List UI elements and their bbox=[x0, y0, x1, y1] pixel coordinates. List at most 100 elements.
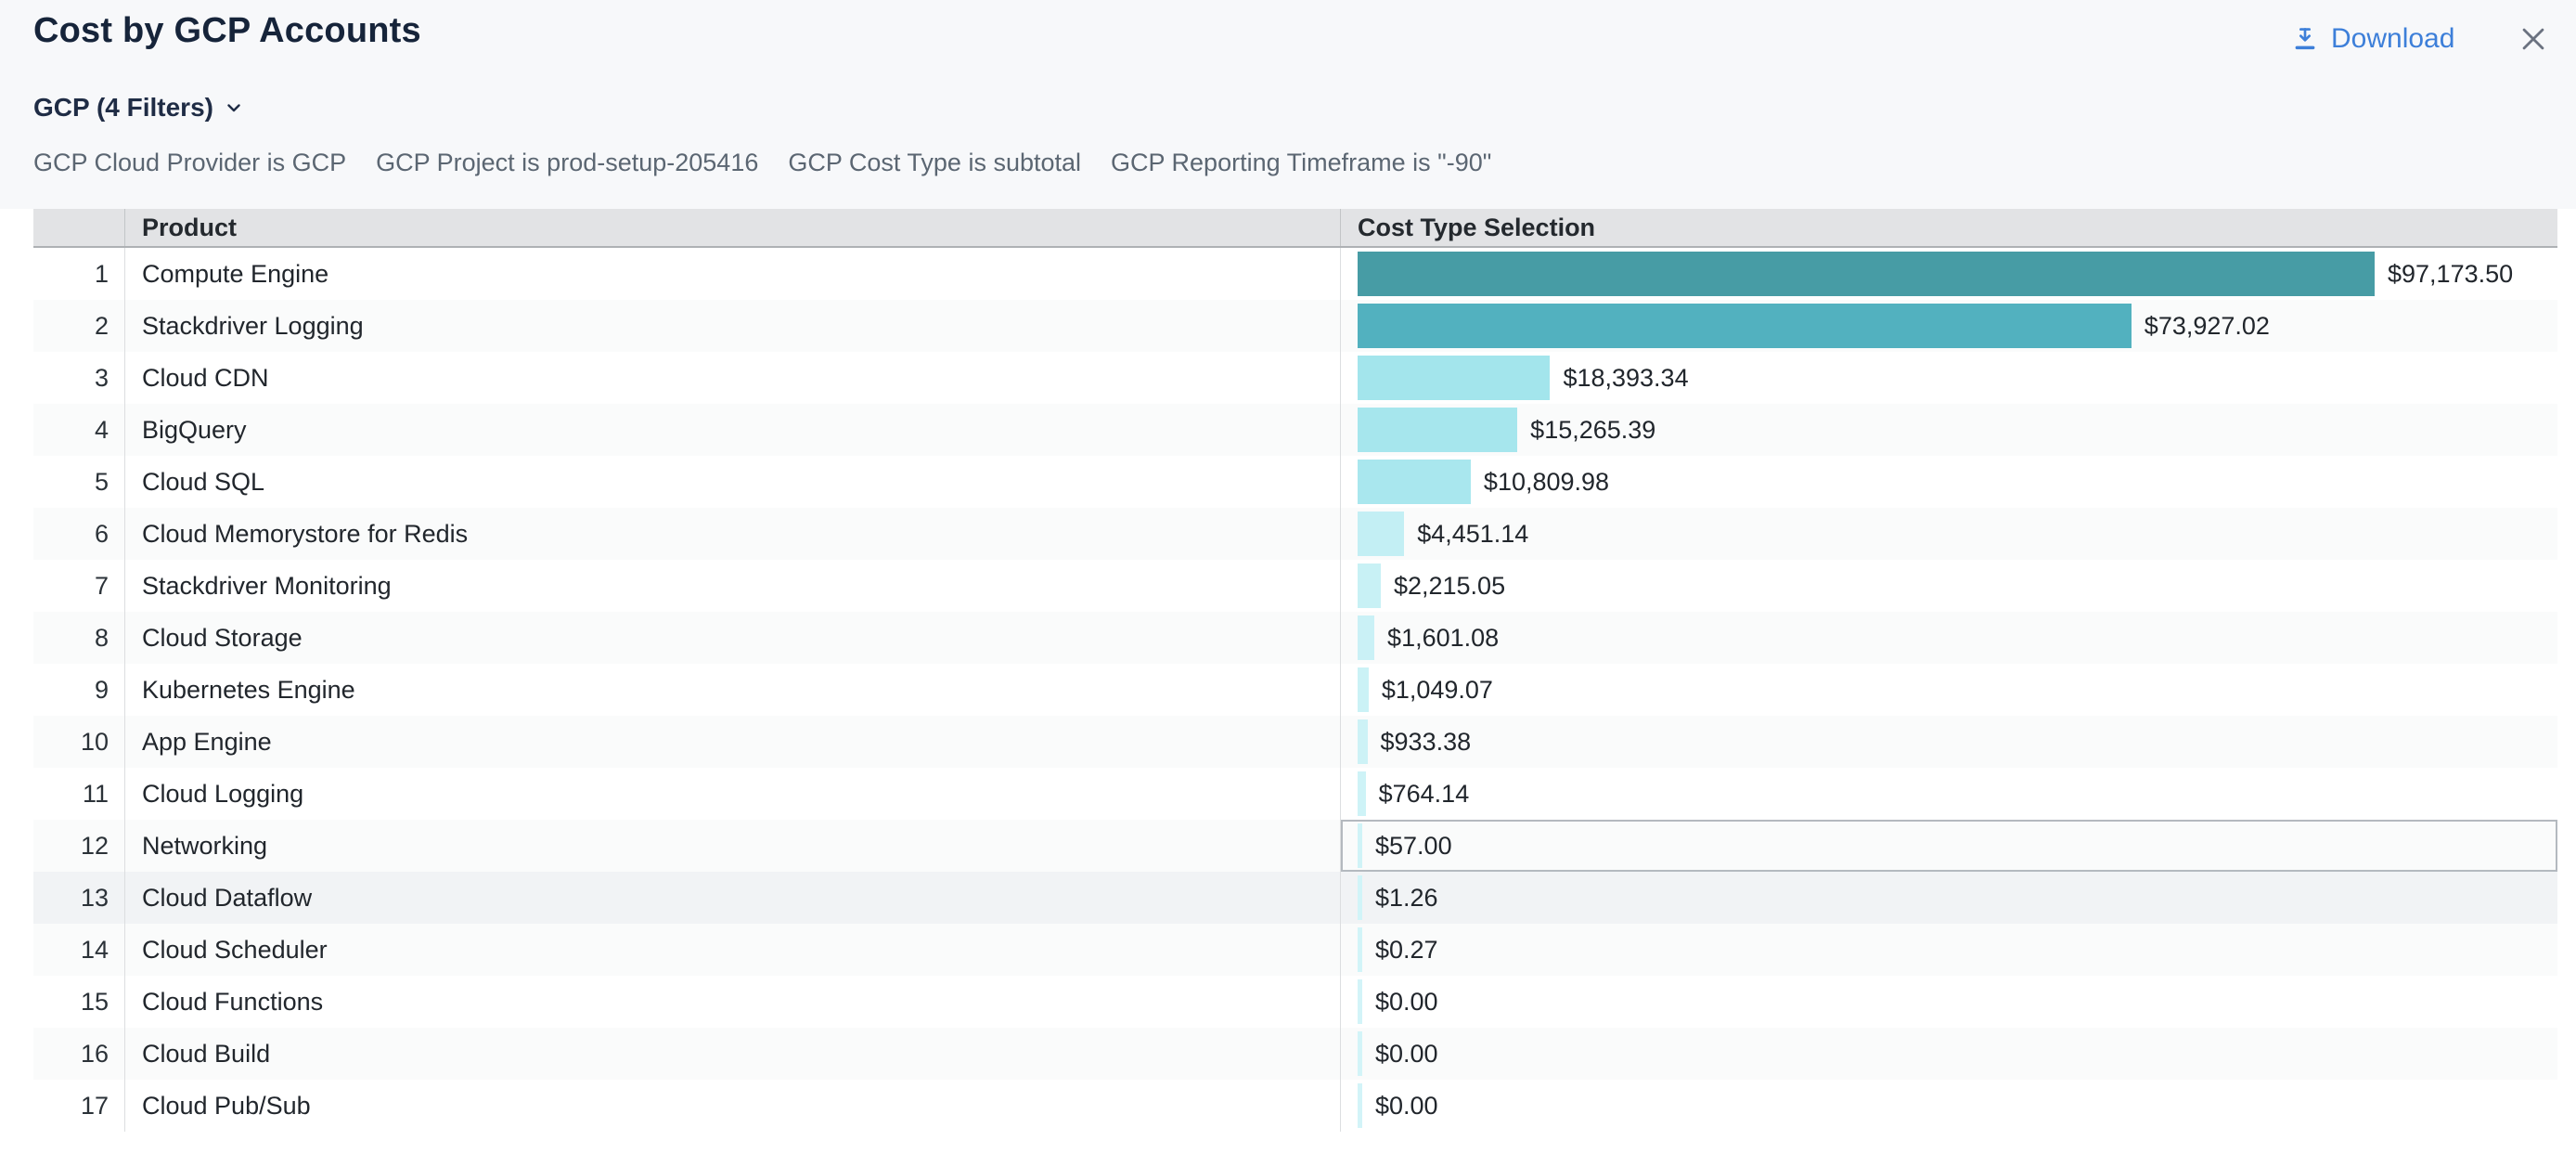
row-number: 1 bbox=[33, 248, 125, 300]
cost-value-label: $933.38 bbox=[1381, 728, 1472, 757]
table-row-6[interactable]: 6 Cloud Memorystore for Redis $4,451.14 bbox=[33, 508, 2557, 560]
chevron-down-icon bbox=[223, 97, 245, 119]
cost-cell[interactable]: $2,215.05 bbox=[1341, 560, 2557, 612]
header-cost-type-selection-column: Cost Type Selection bbox=[1341, 209, 2557, 246]
table-row-11[interactable]: 11 Cloud Logging $764.14 bbox=[33, 768, 2557, 820]
row-number: 16 bbox=[33, 1028, 125, 1080]
cost-value-label: $97,173.50 bbox=[2388, 260, 2513, 289]
row-number: 10 bbox=[33, 716, 125, 768]
cost-value-label: $15,265.39 bbox=[1530, 416, 1655, 445]
table-row-3[interactable]: 3 Cloud CDN $18,393.34 bbox=[33, 352, 2557, 404]
cost-bar bbox=[1358, 771, 1366, 816]
cost-cell[interactable]: $73,927.02 bbox=[1341, 300, 2557, 352]
filter-project: GCP Project is prod-setup-205416 bbox=[376, 149, 758, 177]
cost-cell[interactable]: $0.27 bbox=[1341, 924, 2557, 976]
cost-bar bbox=[1358, 356, 1550, 400]
close-button[interactable] bbox=[2511, 19, 2556, 59]
cost-bar bbox=[1358, 252, 2375, 296]
cost-cell[interactable]: $15,265.39 bbox=[1341, 404, 2557, 456]
filters-summary-label: GCP (4 Filters) bbox=[33, 93, 213, 123]
close-icon bbox=[2518, 23, 2549, 55]
table-row-13[interactable]: 13 Cloud Dataflow $1.26 bbox=[33, 872, 2557, 924]
cost-value-label: $0.00 bbox=[1375, 1040, 1438, 1069]
cost-bar bbox=[1358, 564, 1381, 608]
cost-cell[interactable]: $57.00 bbox=[1341, 820, 2557, 872]
download-label: Download bbox=[2331, 23, 2454, 55]
product-name: Compute Engine bbox=[125, 248, 1341, 300]
cost-value-label: $764.14 bbox=[1379, 780, 1470, 809]
cost-cell[interactable]: $1,049.07 bbox=[1341, 664, 2557, 716]
row-number: 17 bbox=[33, 1080, 125, 1132]
row-number: 15 bbox=[33, 976, 125, 1028]
row-number: 3 bbox=[33, 352, 125, 404]
cost-value-label: $2,215.05 bbox=[1394, 572, 1505, 601]
product-name: Cloud Memorystore for Redis bbox=[125, 508, 1341, 560]
cost-bar bbox=[1358, 615, 1374, 660]
product-name: Cloud Logging bbox=[125, 768, 1341, 820]
table-header-row: Product Cost Type Selection bbox=[33, 209, 2557, 248]
cost-bar bbox=[1358, 1031, 1362, 1076]
table-row-2[interactable]: 2 Stackdriver Logging $73,927.02 bbox=[33, 300, 2557, 352]
table-row-7[interactable]: 7 Stackdriver Monitoring $2,215.05 bbox=[33, 560, 2557, 612]
download-icon bbox=[2290, 24, 2320, 54]
cost-bar bbox=[1358, 875, 1362, 920]
product-name: Cloud SQL bbox=[125, 456, 1341, 508]
header-product-column: Product bbox=[125, 209, 1341, 246]
table-row-15[interactable]: 15 Cloud Functions $0.00 bbox=[33, 976, 2557, 1028]
cost-cell[interactable]: $97,173.50 bbox=[1341, 248, 2557, 300]
cost-cell[interactable]: $4,451.14 bbox=[1341, 508, 2557, 560]
row-number: 6 bbox=[33, 508, 125, 560]
product-name: Cloud Scheduler bbox=[125, 924, 1341, 976]
product-name: Cloud CDN bbox=[125, 352, 1341, 404]
cost-bar bbox=[1358, 927, 1362, 972]
table-row-10[interactable]: 10 App Engine $933.38 bbox=[33, 716, 2557, 768]
cost-table: Product Cost Type Selection 1 Compute En… bbox=[33, 209, 2557, 1132]
table-row-17[interactable]: 17 Cloud Pub/Sub $0.00 bbox=[33, 1080, 2557, 1132]
cost-cell[interactable]: $764.14 bbox=[1341, 768, 2557, 820]
row-number: 12 bbox=[33, 820, 125, 872]
cost-value-label: $1.26 bbox=[1375, 884, 1438, 913]
filter-cost-type: GCP Cost Type is subtotal bbox=[788, 149, 1081, 177]
product-name: Cloud Storage bbox=[125, 612, 1341, 664]
cost-cell[interactable]: $0.00 bbox=[1341, 1028, 2557, 1080]
table-row-4[interactable]: 4 BigQuery $15,265.39 bbox=[33, 404, 2557, 456]
cost-value-label: $1,601.08 bbox=[1387, 624, 1499, 653]
table-row-14[interactable]: 14 Cloud Scheduler $0.27 bbox=[33, 924, 2557, 976]
cost-cell[interactable]: $0.00 bbox=[1341, 976, 2557, 1028]
product-name: Cloud Dataflow bbox=[125, 872, 1341, 924]
table-row-16[interactable]: 16 Cloud Build $0.00 bbox=[33, 1028, 2557, 1080]
header-row-number-column bbox=[33, 209, 125, 246]
table-row-1[interactable]: 1 Compute Engine $97,173.50 bbox=[33, 248, 2557, 300]
product-name: Networking bbox=[125, 820, 1341, 872]
row-number: 7 bbox=[33, 560, 125, 612]
row-number: 4 bbox=[33, 404, 125, 456]
cost-cell[interactable]: $0.00 bbox=[1341, 1080, 2557, 1132]
cost-bar bbox=[1358, 460, 1471, 504]
filter-cloud-provider: GCP Cloud Provider is GCP bbox=[33, 149, 346, 177]
cost-value-label: $4,451.14 bbox=[1417, 520, 1528, 549]
table-row-8[interactable]: 8 Cloud Storage $1,601.08 bbox=[33, 612, 2557, 664]
cost-cell[interactable]: $1.26 bbox=[1341, 872, 2557, 924]
page-title: Cost by GCP Accounts bbox=[33, 11, 421, 51]
cost-cell[interactable]: $10,809.98 bbox=[1341, 456, 2557, 508]
row-number: 11 bbox=[33, 768, 125, 820]
table-row-9[interactable]: 9 Kubernetes Engine $1,049.07 bbox=[33, 664, 2557, 716]
product-name: Stackdriver Monitoring bbox=[125, 560, 1341, 612]
cost-cell[interactable]: $1,601.08 bbox=[1341, 612, 2557, 664]
cost-cell[interactable]: $933.38 bbox=[1341, 716, 2557, 768]
download-button[interactable]: Download bbox=[2290, 19, 2454, 59]
filter-reporting-timeframe: GCP Reporting Timeframe is "-90" bbox=[1111, 149, 1491, 177]
table-row-12[interactable]: 12 Networking $57.00 bbox=[33, 820, 2557, 872]
row-number: 14 bbox=[33, 924, 125, 976]
cost-value-label: $0.27 bbox=[1375, 936, 1438, 965]
cost-cell[interactable]: $18,393.34 bbox=[1341, 352, 2557, 404]
product-name: Kubernetes Engine bbox=[125, 664, 1341, 716]
table-row-5[interactable]: 5 Cloud SQL $10,809.98 bbox=[33, 456, 2557, 508]
filters-dropdown[interactable]: GCP (4 Filters) bbox=[33, 93, 245, 123]
cost-bar bbox=[1358, 719, 1368, 764]
row-number: 9 bbox=[33, 664, 125, 716]
cost-value-label: $0.00 bbox=[1375, 988, 1438, 1017]
cost-value-label: $0.00 bbox=[1375, 1092, 1438, 1121]
cost-bar bbox=[1358, 979, 1362, 1024]
row-number: 8 bbox=[33, 612, 125, 664]
